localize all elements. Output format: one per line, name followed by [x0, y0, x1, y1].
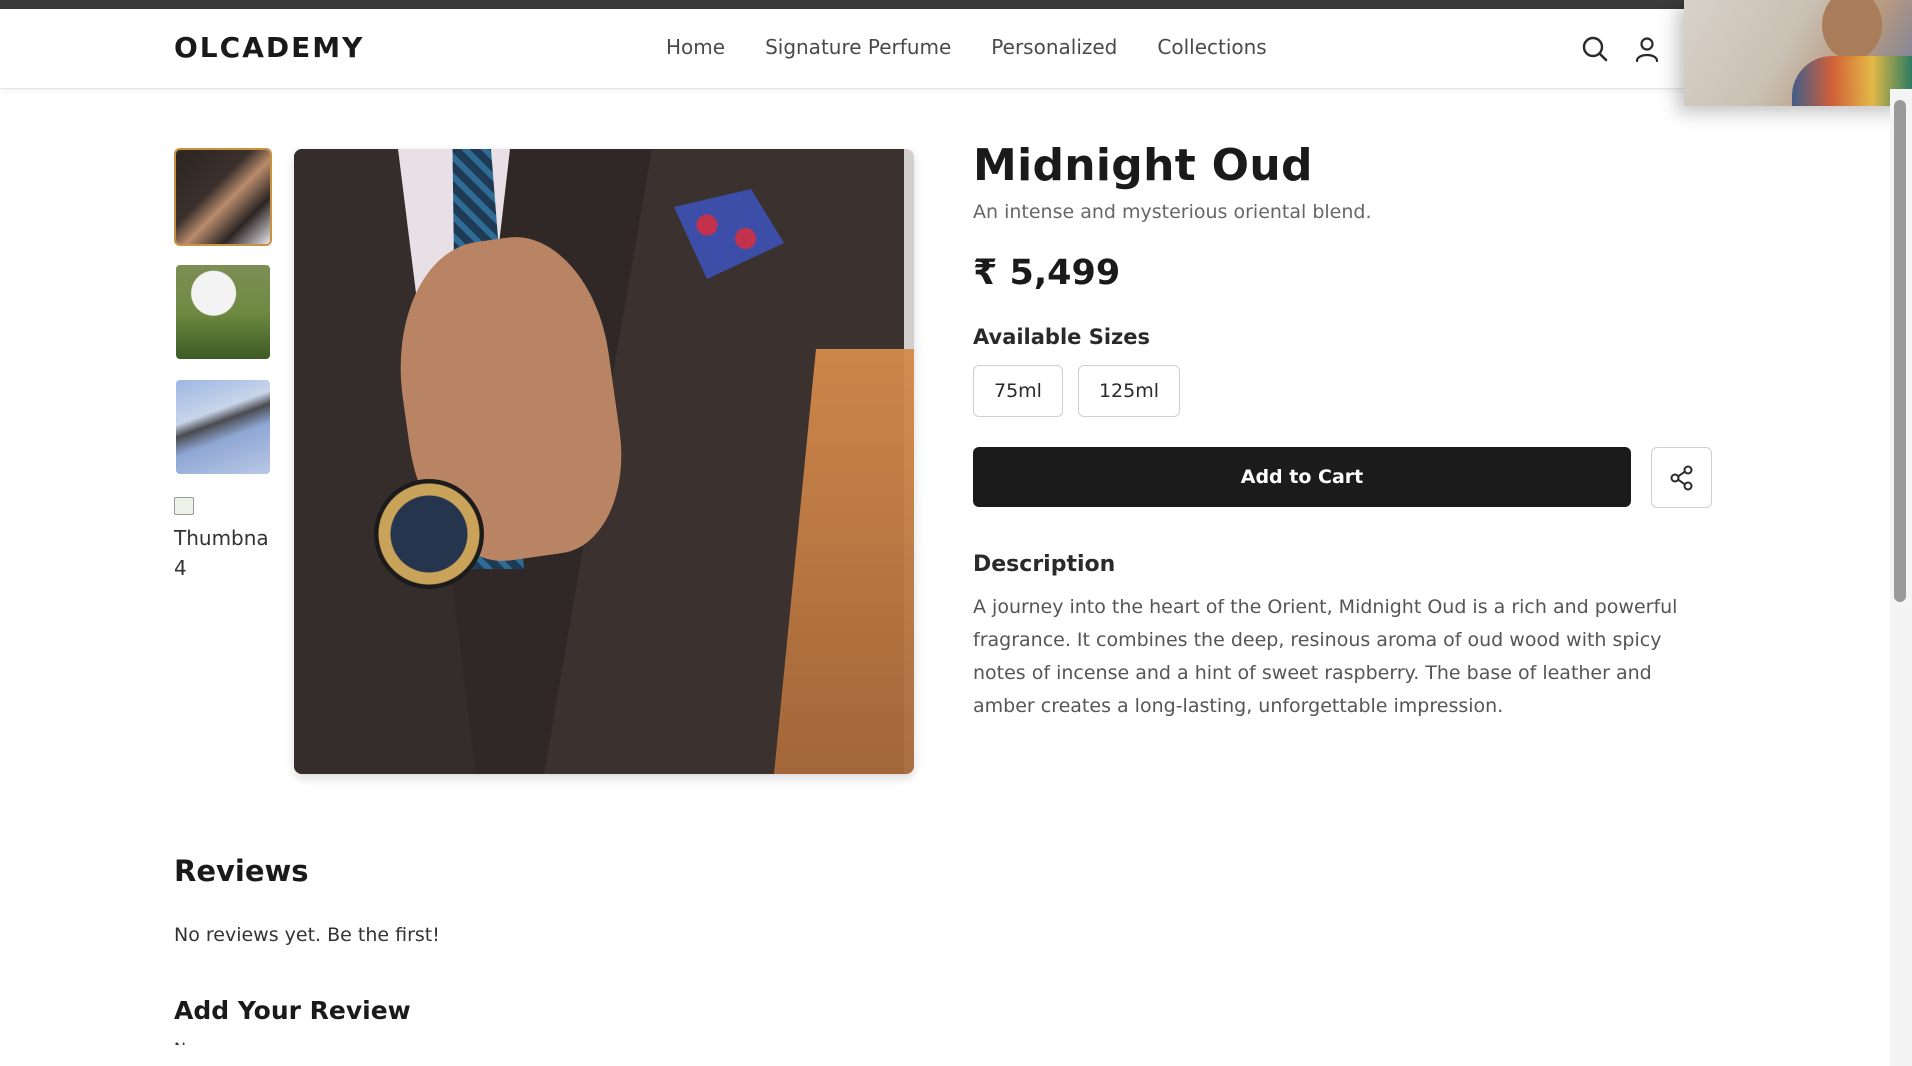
nav-home[interactable]: Home [666, 35, 725, 59]
main-product-image [294, 149, 914, 774]
thumbnail-4-broken[interactable]: Thumbna 4 [174, 493, 274, 583]
nav-signature-perfume[interactable]: Signature Perfume [765, 35, 951, 59]
add-review-title: Add Your Review [174, 996, 411, 1025]
thumbnail-2[interactable] [174, 263, 272, 361]
thumbnail-list: Thumbna 4 [174, 148, 274, 583]
description-text: A journey into the heart of the Orient, … [973, 596, 1678, 717]
share-button[interactable] [1651, 447, 1712, 508]
webcam-person [1822, 0, 1882, 60]
add-to-cart-button[interactable]: Add to Cart [973, 447, 1631, 507]
product-price: ₹ 5,499 [973, 253, 1121, 293]
product-actions: Add to Cart [973, 447, 1713, 508]
search-icon[interactable] [1580, 34, 1610, 64]
browser-top-strip [0, 0, 1912, 9]
size-option-75ml[interactable]: 75ml [973, 365, 1063, 417]
reviews-empty-text: No reviews yet. Be the first! [174, 924, 440, 946]
product-info: Midnight Oud An intense and mysterious o… [973, 140, 1713, 723]
reviews-section: Reviews No reviews yet. Be the first! Ad… [174, 854, 440, 1045]
broken-image-icon [174, 497, 194, 515]
main-nav: Home Signature Perfume Personalized Coll… [666, 35, 1267, 59]
webcam-overlay [1684, 0, 1912, 106]
nav-collections[interactable]: Collections [1157, 35, 1266, 59]
share-icon [1670, 465, 1692, 490]
reviews-title: Reviews [174, 854, 309, 888]
review-name-label: Name [174, 1039, 440, 1045]
product-tagline: An intense and mysterious oriental blend… [973, 201, 1372, 223]
size-options: 75ml 125ml [973, 365, 1713, 417]
product-title: Midnight Oud [973, 140, 1313, 191]
site-header: OLCADEMY Home Signature Perfume Personal… [0, 9, 1912, 89]
thumbnail-1[interactable] [174, 148, 272, 246]
site-logo[interactable]: OLCADEMY [174, 31, 364, 64]
thumbnail-3[interactable] [174, 378, 272, 476]
user-icon[interactable] [1632, 34, 1662, 64]
description-title: Description [973, 552, 1116, 577]
nav-personalized[interactable]: Personalized [991, 35, 1117, 59]
sizes-label: Available Sizes [973, 325, 1151, 349]
page-scrollbar-thumb[interactable] [1894, 100, 1906, 602]
thumbnail-4-alt-text: Thumbna 4 [174, 526, 269, 580]
size-option-125ml[interactable]: 125ml [1077, 365, 1181, 417]
